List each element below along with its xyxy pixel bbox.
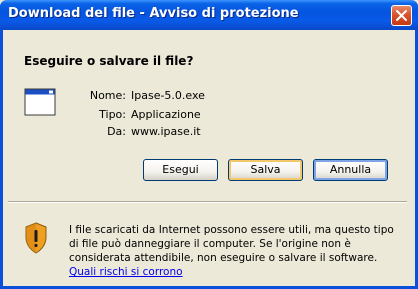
window-title: Download del file - Avviso di protezione: [8, 6, 299, 21]
title-bar[interactable]: Download del file - Avviso di protezione: [0, 0, 418, 30]
dialog-question: Eseguire o salvare il file?: [24, 54, 194, 68]
close-button[interactable]: [391, 5, 412, 26]
cancel-button[interactable]: Annulla: [313, 159, 388, 181]
file-name-value: Ipase-5.0.exe: [131, 89, 205, 102]
security-shield-warning-icon: [25, 222, 47, 254]
close-icon: [396, 10, 407, 21]
file-type-value: Applicazione: [131, 108, 201, 121]
separator-highlight: [8, 202, 407, 203]
save-button[interactable]: Salva: [228, 159, 303, 181]
security-warning-text: I file scaricati da Internet possono ess…: [69, 224, 394, 264]
file-type-label: Tipo:: [99, 108, 126, 121]
security-warning: I file scaricati da Internet possono ess…: [69, 223, 399, 279]
risks-link[interactable]: Quali rischi si corrono: [69, 266, 183, 278]
file-name-label: Nome:: [89, 89, 126, 102]
run-button[interactable]: Esegui: [143, 159, 218, 181]
application-window-icon: [24, 88, 56, 116]
file-source-value: www.ipase.it: [131, 125, 201, 138]
file-source-label: Da:: [107, 125, 126, 138]
